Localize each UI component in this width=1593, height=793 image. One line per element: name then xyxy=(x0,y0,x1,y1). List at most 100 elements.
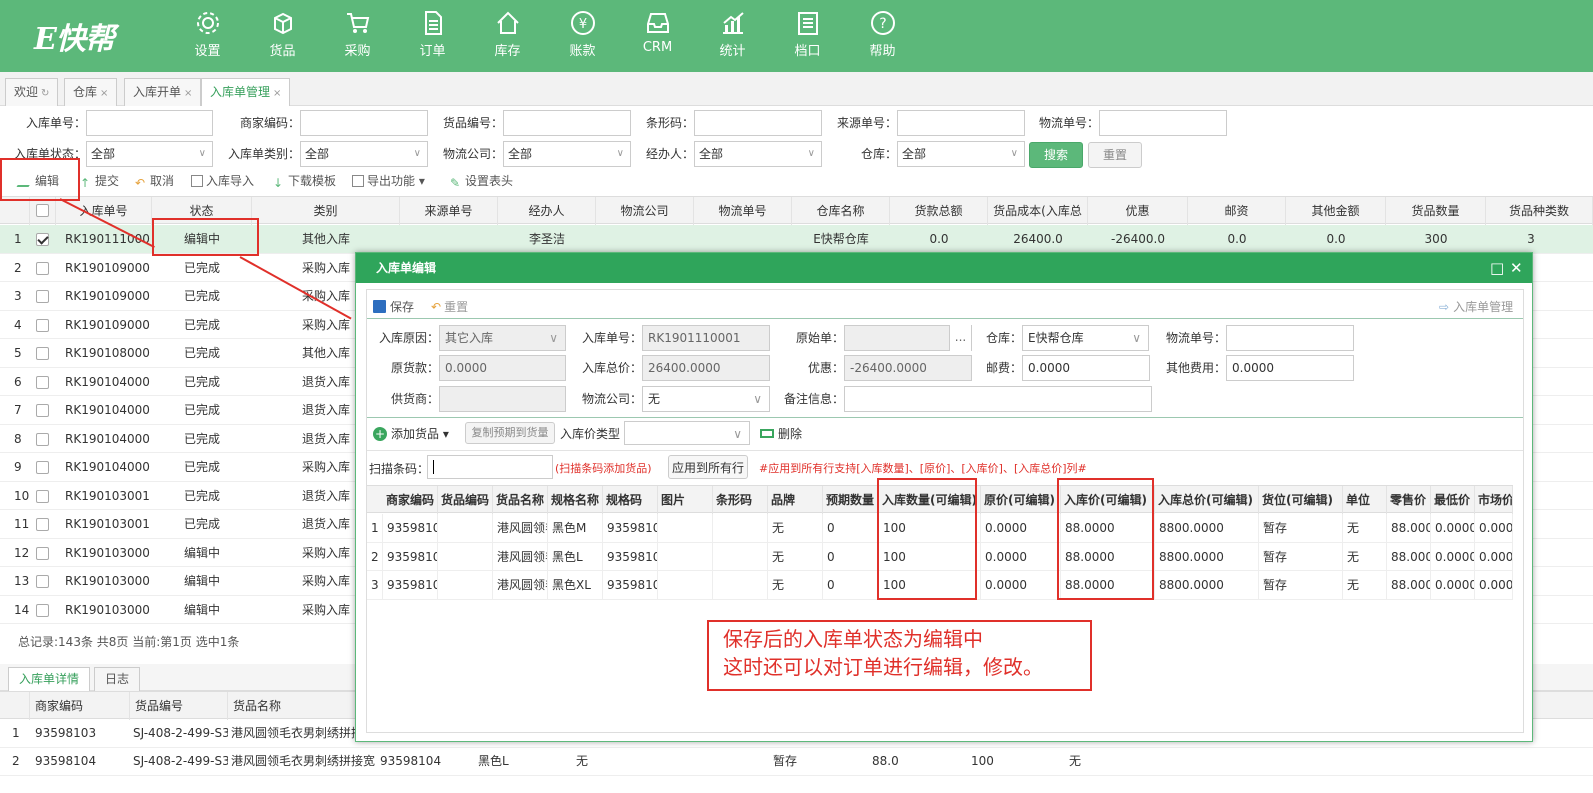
inbound-no-field[interactable]: RK1901110001 xyxy=(642,325,770,351)
col-header[interactable]: 其他金额 xyxy=(1286,197,1386,225)
col-header[interactable]: 规格名称 xyxy=(548,486,603,514)
close-icon[interactable]: × xyxy=(184,88,192,99)
row-checkbox[interactable] xyxy=(36,461,49,474)
cancel-button[interactable]: ↶ 取消 xyxy=(135,172,174,190)
col-header[interactable]: 货款总额 xyxy=(890,197,988,225)
price-type-select[interactable]: ∨ xyxy=(624,421,750,445)
col-header[interactable]: 类别 xyxy=(252,197,400,225)
col-header[interactable]: 货品种类数 xyxy=(1486,197,1593,225)
col-header[interactable]: 货品编号 xyxy=(130,692,228,720)
delete-button[interactable]: 删除 xyxy=(760,425,802,442)
col-header[interactable]: 仓库名称 xyxy=(792,197,890,225)
inbound-total-cell[interactable]: 8800.0000 xyxy=(1155,571,1259,599)
col-header[interactable]: 入库总价(可编辑) xyxy=(1155,486,1259,514)
search-button[interactable]: 搜索 xyxy=(1029,142,1083,168)
set-header-button[interactable]: ✎ 设置表头 xyxy=(450,172,513,190)
goods-amount-field[interactable]: 0.0000 xyxy=(439,355,566,381)
original-price-cell[interactable]: 0.0000 xyxy=(981,514,1061,542)
location-cell[interactable]: 暂存 xyxy=(1259,571,1343,599)
reset-button[interactable]: ↶ 重置 xyxy=(431,298,468,315)
row-checkbox[interactable] xyxy=(36,603,49,617)
add-goods-button[interactable]: + 添加货品 ▾ xyxy=(373,425,449,442)
col-header[interactable]: 品牌 xyxy=(768,486,823,514)
col-header[interactable]: 物流公司 xyxy=(596,197,694,225)
tab-welcome[interactable]: 欢迎 ↻ xyxy=(5,78,59,106)
reset-button[interactable]: 重置 xyxy=(1088,142,1142,168)
nav-item-3[interactable]: 订单 xyxy=(395,8,470,59)
save-button[interactable]: 保存 xyxy=(373,298,414,315)
source-no-input[interactable] xyxy=(897,110,1025,136)
other-fee-field[interactable]: 0.0000 xyxy=(1226,355,1354,381)
col-header[interactable]: 物流单号 xyxy=(694,197,792,225)
col-header[interactable]: 条形码 xyxy=(713,486,768,514)
close-icon[interactable]: × xyxy=(100,88,108,99)
col-header[interactable]: 货品名称 xyxy=(493,486,548,514)
col-header[interactable]: 商家编码 xyxy=(30,692,130,720)
import-button[interactable]: 入库导入 xyxy=(191,172,254,189)
row-checkbox[interactable] xyxy=(36,318,49,332)
nav-item-7[interactable]: 统计 xyxy=(695,8,770,59)
col-header[interactable]: 邮资 xyxy=(1188,197,1286,225)
row-checkbox[interactable] xyxy=(36,233,49,246)
remark-field[interactable] xyxy=(844,386,1152,412)
original-price-cell[interactable]: 0.0000 xyxy=(981,542,1061,571)
col-header[interactable]: 最低价 xyxy=(1431,486,1475,514)
location-cell[interactable]: 暂存 xyxy=(1259,542,1343,571)
barcode-input[interactable] xyxy=(694,110,822,136)
col-header[interactable]: 图片 xyxy=(658,486,713,514)
col-header[interactable]: 预期数量 xyxy=(823,486,879,514)
col-header[interactable]: 原价(可编辑) xyxy=(981,486,1061,514)
agent-select[interactable]: 全部 ∨ xyxy=(694,141,822,167)
col-header[interactable]: 市场价 xyxy=(1475,486,1513,514)
col-header[interactable]: 规格码 xyxy=(603,486,658,514)
tab-log[interactable]: 日志 xyxy=(94,667,141,691)
nav-item-5[interactable]: ¥ 账款 xyxy=(545,8,620,59)
nav-item-4[interactable]: 库存 xyxy=(470,8,545,59)
col-header[interactable]: 商家编码 xyxy=(383,486,438,514)
apply-all-rows-button[interactable]: 应用到所有行 xyxy=(668,455,748,479)
row-checkbox[interactable] xyxy=(36,290,49,303)
warehouse-select[interactable]: 全部 ∨ xyxy=(897,141,1025,167)
inbound-manage-link[interactable]: ⇨ 入库单管理 xyxy=(1439,298,1513,315)
nav-item-1[interactable]: 货品 xyxy=(245,8,320,59)
submit-button[interactable]: ↑ 提交 xyxy=(80,172,119,190)
more-button[interactable]: ... xyxy=(949,325,971,351)
col-header[interactable]: 来源单号 xyxy=(400,197,498,225)
row-checkbox[interactable] xyxy=(36,489,49,503)
merchant-code-input[interactable] xyxy=(300,110,428,136)
refresh-icon[interactable]: ↻ xyxy=(41,88,49,99)
goods-no-input[interactable] xyxy=(503,110,631,136)
app-logo[interactable]: E快帮 xyxy=(34,14,115,58)
row-checkbox[interactable] xyxy=(36,546,49,560)
location-cell[interactable]: 暂存 xyxy=(1259,514,1343,542)
row-checkbox[interactable] xyxy=(36,432,49,446)
row-checkbox[interactable] xyxy=(36,347,49,360)
row-checkbox[interactable] xyxy=(36,518,49,531)
tab-inbound-create[interactable]: 入库开单 × xyxy=(124,78,202,106)
download-template-button[interactable]: ↓ 下载模板 xyxy=(273,172,336,190)
original-order-field[interactable]: ... xyxy=(844,325,972,351)
nav-item-9[interactable]: ? 帮助 xyxy=(845,8,920,59)
reason-select[interactable]: 其它入库 ∨ xyxy=(439,325,566,351)
close-icon[interactable]: × xyxy=(273,88,281,99)
row-checkbox[interactable] xyxy=(36,261,49,275)
nav-item-2[interactable]: 采购 xyxy=(320,8,395,59)
col-header[interactable]: 零售价 xyxy=(1387,486,1431,514)
row-checkbox[interactable] xyxy=(36,404,49,417)
original-price-cell[interactable]: 0.0000 xyxy=(981,571,1061,599)
col-header[interactable]: 货品数量 xyxy=(1386,197,1486,225)
tab-inbound-manage[interactable]: 入库单管理 × xyxy=(201,78,291,106)
supplier-field[interactable] xyxy=(439,386,566,412)
close-icon[interactable]: ✕ xyxy=(1510,253,1523,283)
tab-warehouse[interactable]: 仓库 × xyxy=(64,78,118,106)
col-header[interactable]: 货位(可编辑) xyxy=(1259,486,1343,514)
row-checkbox[interactable] xyxy=(36,375,49,389)
postage-field[interactable]: 0.0000 xyxy=(1022,355,1150,381)
row-checkbox[interactable] xyxy=(36,575,49,588)
inbound-no-input[interactable] xyxy=(86,110,213,136)
type-select[interactable]: 全部 ∨ xyxy=(300,141,428,167)
col-header[interactable]: 优惠 xyxy=(1088,197,1188,225)
table-row[interactable]: 2 93598104 SJ-408-2-499-S3( 港风圆领毛衣男刺绣拼接宽… xyxy=(0,747,1593,776)
maximize-icon[interactable]: □ xyxy=(1490,253,1504,283)
inbound-total-cell[interactable]: 8800.0000 xyxy=(1155,542,1259,571)
